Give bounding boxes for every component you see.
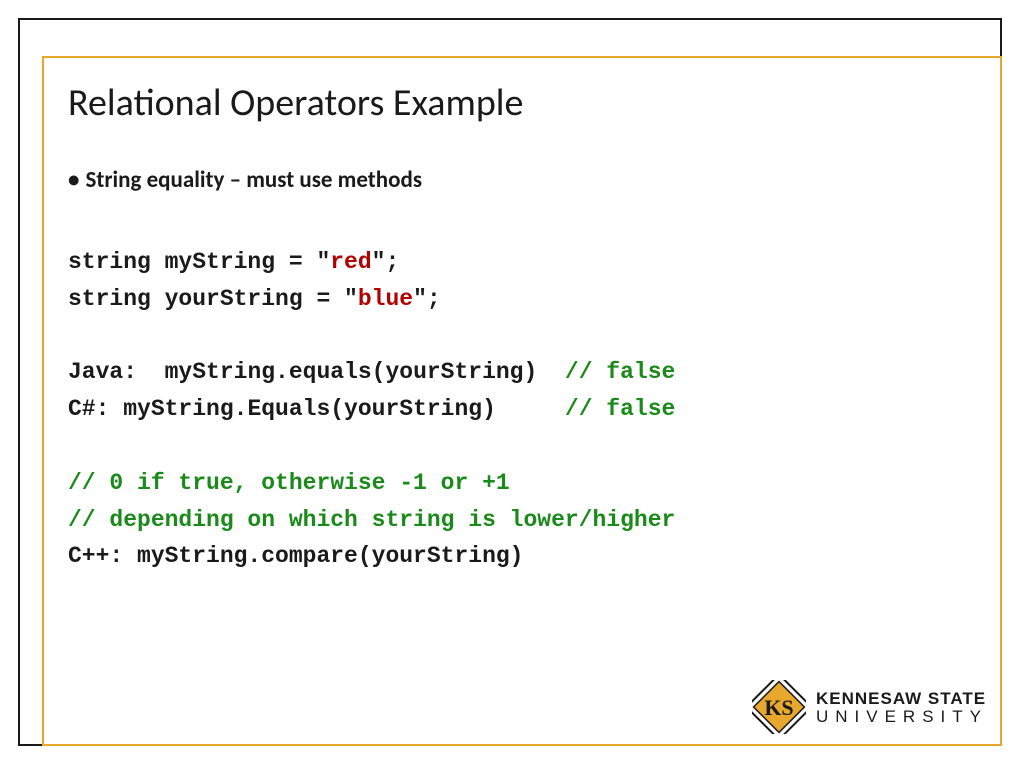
- code-line-1a: string myString = ": [68, 249, 330, 275]
- code-line-2c: ";: [413, 286, 441, 312]
- university-logo: KS KENNESAW STATE UNIVERSITY: [752, 680, 988, 734]
- code-block: string myString = "red"; string yourStri…: [68, 244, 968, 575]
- code-line-2a: string yourString = ": [68, 286, 358, 312]
- java-label: Java:: [68, 359, 165, 385]
- bullet-text: String equality – must use methods: [85, 166, 422, 194]
- comment-line-1: // 0 if true, otherwise -1 or +1: [68, 470, 510, 496]
- code-line-1c: ";: [372, 249, 400, 275]
- string-literal-red: red: [330, 249, 371, 275]
- logo-text: KENNESAW STATE UNIVERSITY: [816, 690, 988, 725]
- csharp-call: myString.Equals(yourString): [123, 396, 565, 422]
- svg-text:KS: KS: [764, 695, 793, 720]
- cpp-call: myString.compare(yourString): [137, 543, 523, 569]
- slide-content: Relational Operators Example •String equ…: [68, 80, 968, 575]
- csharp-label: C#:: [68, 396, 123, 422]
- ksu-logo-icon: KS: [752, 680, 806, 734]
- slide-title: Relational Operators Example: [68, 80, 968, 126]
- comment-line-2: // depending on which string is lower/hi…: [68, 507, 675, 533]
- java-comment: // false: [565, 359, 675, 385]
- logo-text-bottom: UNIVERSITY: [816, 708, 988, 725]
- logo-text-top: KENNESAW STATE: [816, 690, 988, 707]
- cpp-label: C++:: [68, 543, 137, 569]
- csharp-comment: // false: [565, 396, 675, 422]
- bullet-dot: •: [68, 166, 79, 194]
- java-call: myString.equals(yourString): [165, 359, 565, 385]
- bullet-line: •String equality – must use methods: [68, 166, 968, 194]
- string-literal-blue: blue: [358, 286, 413, 312]
